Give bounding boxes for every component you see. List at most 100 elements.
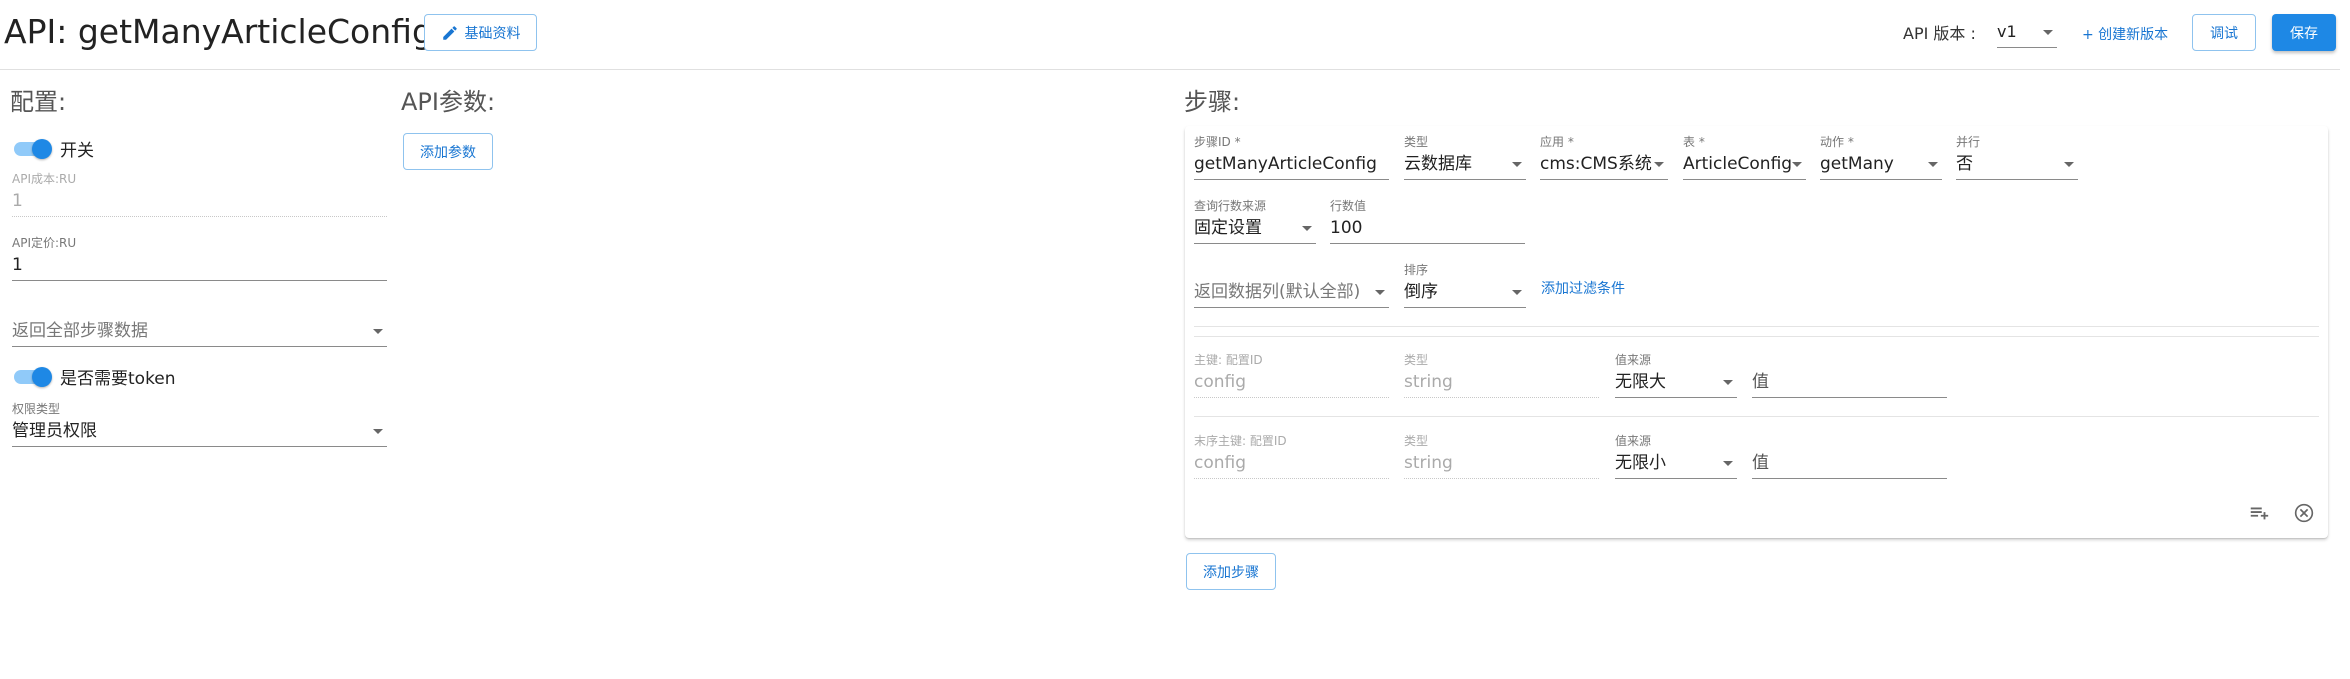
enable-switch-label: 开关 (60, 141, 94, 161)
step-id-field[interactable]: 步骤ID * getManyArticleConfig (1194, 134, 1389, 180)
end-key-label: 末序主键: 配置ID (1194, 434, 1287, 448)
add-param-button[interactable]: 添加参数 (403, 133, 493, 170)
divider (1194, 336, 2319, 337)
api-cost-field: API成本:RU 1 (12, 171, 387, 217)
primary-key-type-field: 类型 string (1404, 352, 1599, 398)
divider (1194, 416, 2319, 417)
end-key-source-value[interactable]: 无限小 (1615, 449, 1737, 479)
chevron-down-icon (1654, 162, 1664, 167)
end-key-type-field: 类型 string (1404, 433, 1599, 479)
permission-value[interactable]: 管理员权限 (12, 417, 387, 447)
row-count-label: 行数值 (1330, 199, 1367, 213)
step-action-value[interactable]: getMany (1820, 150, 1942, 180)
api-cost-label: API成本:RU (12, 172, 77, 186)
row-count-input[interactable]: 100 (1330, 214, 1525, 244)
save-button[interactable]: 保存 (2272, 14, 2336, 51)
primary-key-source-value[interactable]: 无限大 (1615, 368, 1737, 398)
chevron-down-icon (1723, 380, 1733, 385)
primary-key-type-input: string (1404, 368, 1599, 398)
step-parallel-label: 并行 (1956, 135, 1981, 149)
end-key-source-label: 值来源 (1615, 434, 1652, 448)
step-action-select[interactable]: 动作 * getMany (1820, 134, 1942, 180)
switch-track[interactable] (14, 366, 52, 387)
permission-label: 权限类型 (12, 402, 61, 416)
return-all-select[interactable]: 返回全部步骤数据 (12, 317, 387, 347)
order-select[interactable]: 排序 倒序 (1404, 262, 1526, 308)
step-type-value[interactable]: 云数据库 (1404, 150, 1526, 180)
playlist-add-icon[interactable] (2246, 500, 2272, 526)
end-key-input: config (1194, 449, 1389, 479)
basic-info-label: 基础资料 (464, 25, 521, 42)
step-card: 步骤ID * getManyArticleConfig 类型 云数据库 应用 *… (1185, 126, 2328, 538)
step-type-label: 类型 (1404, 135, 1429, 149)
header-divider (0, 69, 2340, 70)
chevron-down-icon (1512, 162, 1522, 167)
end-key-value-field[interactable]: 值 (1752, 449, 1947, 479)
chevron-down-icon (1302, 226, 1312, 231)
return-columns-select[interactable]: 返回数据列(默认全部) (1194, 278, 1389, 308)
step-table-value[interactable]: ArticleConfig (1683, 150, 1806, 180)
token-switch[interactable]: 是否需要token (14, 364, 176, 389)
switch-knob[interactable] (32, 138, 52, 159)
chevron-down-icon (2064, 162, 2074, 167)
switch-track[interactable] (14, 138, 52, 159)
primary-key-input: config (1194, 368, 1389, 398)
steps-title: 步骤: (1184, 88, 1241, 116)
row-source-value[interactable]: 固定设置 (1194, 214, 1316, 244)
step-app-value[interactable]: cms:CMS系统 (1540, 150, 1668, 180)
chevron-down-icon (373, 329, 383, 334)
api-version-label: API 版本 : (1903, 24, 1976, 43)
page-title: API: getManyArticleConfig (4, 12, 433, 51)
switch-knob[interactable] (32, 366, 52, 387)
primary-key-value-input[interactable]: 值 (1752, 368, 1947, 398)
api-cost-input: 1 (12, 187, 387, 217)
debug-button[interactable]: 调试 (2192, 14, 2256, 51)
row-count-field[interactable]: 行数值 100 (1330, 198, 1525, 244)
api-version-value[interactable]: v1 (1997, 18, 2057, 48)
end-key-value-input[interactable]: 值 (1752, 449, 1947, 479)
chevron-down-icon (1723, 461, 1733, 466)
add-step-button[interactable]: 添加步骤 (1186, 553, 1276, 590)
chevron-down-icon (1375, 290, 1385, 295)
end-key-type-input: string (1404, 449, 1599, 479)
api-version-select[interactable]: v1 (1997, 18, 2057, 48)
params-title: API参数: (401, 88, 496, 116)
step-app-label: 应用 * (1540, 135, 1574, 149)
step-parallel-select[interactable]: 并行 否 (1956, 134, 2078, 180)
chevron-down-icon (1928, 162, 1938, 167)
basic-info-button[interactable]: 基础资料 (424, 14, 537, 51)
primary-key-source-select[interactable]: 值来源 无限大 (1615, 352, 1737, 398)
permission-select[interactable]: 权限类型 管理员权限 (12, 401, 387, 447)
api-price-input[interactable]: 1 (12, 251, 387, 281)
primary-key-value-field[interactable]: 值 (1752, 368, 1947, 398)
step-action-label: 动作 * (1820, 135, 1854, 149)
end-key-source-select[interactable]: 值来源 无限小 (1615, 433, 1737, 479)
step-table-label: 表 * (1683, 135, 1705, 149)
token-switch-label: 是否需要token (60, 369, 176, 389)
end-key-field: 末序主键: 配置ID config (1194, 433, 1389, 479)
order-label: 排序 (1404, 263, 1429, 277)
api-price-label: API定价:RU (12, 236, 77, 250)
step-type-select[interactable]: 类型 云数据库 (1404, 134, 1526, 180)
step-id-input[interactable]: getManyArticleConfig (1194, 150, 1389, 180)
primary-key-source-label: 值来源 (1615, 353, 1652, 367)
chevron-down-icon (1512, 290, 1522, 295)
step-table-select[interactable]: 表 * ArticleConfig (1683, 134, 1806, 180)
chevron-down-icon (373, 429, 383, 434)
end-key-type-label: 类型 (1404, 434, 1429, 448)
step-parallel-value[interactable]: 否 (1956, 150, 2078, 180)
chevron-down-icon (2043, 30, 2053, 35)
order-value[interactable]: 倒序 (1404, 278, 1526, 308)
row-source-select[interactable]: 查询行数来源 固定设置 (1194, 198, 1316, 244)
create-version-link[interactable]: + 创建新版本 (2082, 24, 2168, 44)
add-filter-link[interactable]: 添加过滤条件 (1541, 278, 1625, 298)
divider (1194, 326, 2319, 327)
primary-key-label: 主键: 配置ID (1194, 353, 1263, 367)
step-id-label: 步骤ID * (1194, 135, 1241, 149)
return-columns-value[interactable]: 返回数据列(默认全部) (1194, 278, 1389, 308)
close-circle-icon[interactable] (2291, 500, 2317, 526)
api-price-field[interactable]: API定价:RU 1 (12, 235, 387, 281)
step-app-select[interactable]: 应用 * cms:CMS系统 (1540, 134, 1668, 180)
enable-switch[interactable]: 开关 (14, 136, 94, 161)
return-all-value[interactable]: 返回全部步骤数据 (12, 317, 387, 347)
